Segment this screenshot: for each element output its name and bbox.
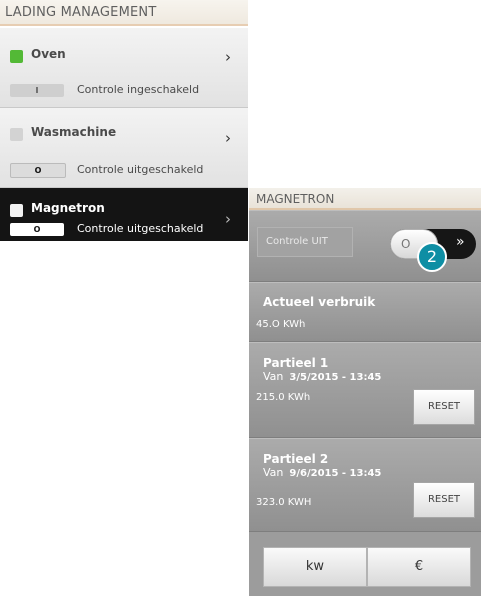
device-item-oven[interactable]: Oven › I Controle ingeschakeld — [0, 28, 248, 108]
partial-1-title: Partieel 1 — [263, 356, 329, 370]
device-item-wasmachine[interactable]: Wasmachine › O Controle uitgeschakeld — [0, 108, 248, 188]
chevron-right-icon: › — [225, 129, 231, 147]
device-item-magnetron[interactable]: Magnetron › O Controle uitgeschakeld — [0, 188, 248, 241]
reset-partial-2-button[interactable]: RESET — [413, 482, 475, 518]
control-toggle[interactable]: O — [10, 223, 64, 236]
control-label: Controle UIT — [257, 227, 353, 257]
double-chevron-right-icon: » — [456, 234, 465, 250]
status-indicator-icon — [10, 128, 23, 141]
status-indicator-icon — [10, 50, 23, 63]
device-name: Magnetron — [31, 201, 105, 215]
control-status-text: Controle ingeschakeld — [77, 83, 200, 96]
current-consumption-title: Actueel verbruik — [263, 295, 376, 309]
partial-1-value: 215.0 KWh — [256, 392, 311, 403]
unit-selector: kw € — [249, 532, 481, 596]
device-name: Oven — [31, 47, 66, 61]
status-indicator-icon — [10, 204, 23, 217]
load-management-panel: LADING MANAGEMENT Oven › I Controle inge… — [0, 0, 248, 241]
control-toggle[interactable]: I — [10, 84, 64, 97]
magnetron-detail-panel: MAGNETRON Controle UIT O » 2 Actueel ver… — [249, 188, 481, 596]
control-row: Controle UIT O » — [249, 210, 481, 282]
partial-2-row: Partieel 2 Van 9/6/2015 - 13:45 323.0 KWH… — [249, 438, 481, 532]
unit-kw-button[interactable]: kw — [263, 547, 367, 587]
current-consumption-row: Actueel verbruik 45.O KWh — [249, 282, 481, 342]
control-status-text: Controle uitgeschakeld — [77, 222, 204, 235]
detail-title: MAGNETRON — [249, 188, 481, 210]
partial-2-since: Van 9/6/2015 - 13:45 — [263, 466, 382, 479]
device-name: Wasmachine — [31, 125, 117, 139]
control-toggle[interactable]: O — [10, 163, 66, 178]
current-consumption-value: 45.O KWh — [256, 319, 306, 330]
panel-title: LADING MANAGEMENT — [0, 0, 248, 26]
partial-1-since: Van 3/5/2015 - 13:45 — [263, 370, 382, 383]
partial-2-title: Partieel 2 — [263, 452, 329, 466]
chevron-right-icon: › — [225, 48, 231, 66]
callout-number-badge: 2 — [417, 242, 447, 272]
partial-2-value: 323.0 KWH — [256, 497, 312, 508]
control-status-text: Controle uitgeschakeld — [77, 163, 204, 176]
unit-euro-button[interactable]: € — [367, 547, 471, 587]
chevron-right-icon: › — [225, 210, 231, 228]
partial-1-row: Partieel 1 Van 3/5/2015 - 13:45 215.0 KWh… — [249, 342, 481, 438]
reset-partial-1-button[interactable]: RESET — [413, 389, 475, 425]
